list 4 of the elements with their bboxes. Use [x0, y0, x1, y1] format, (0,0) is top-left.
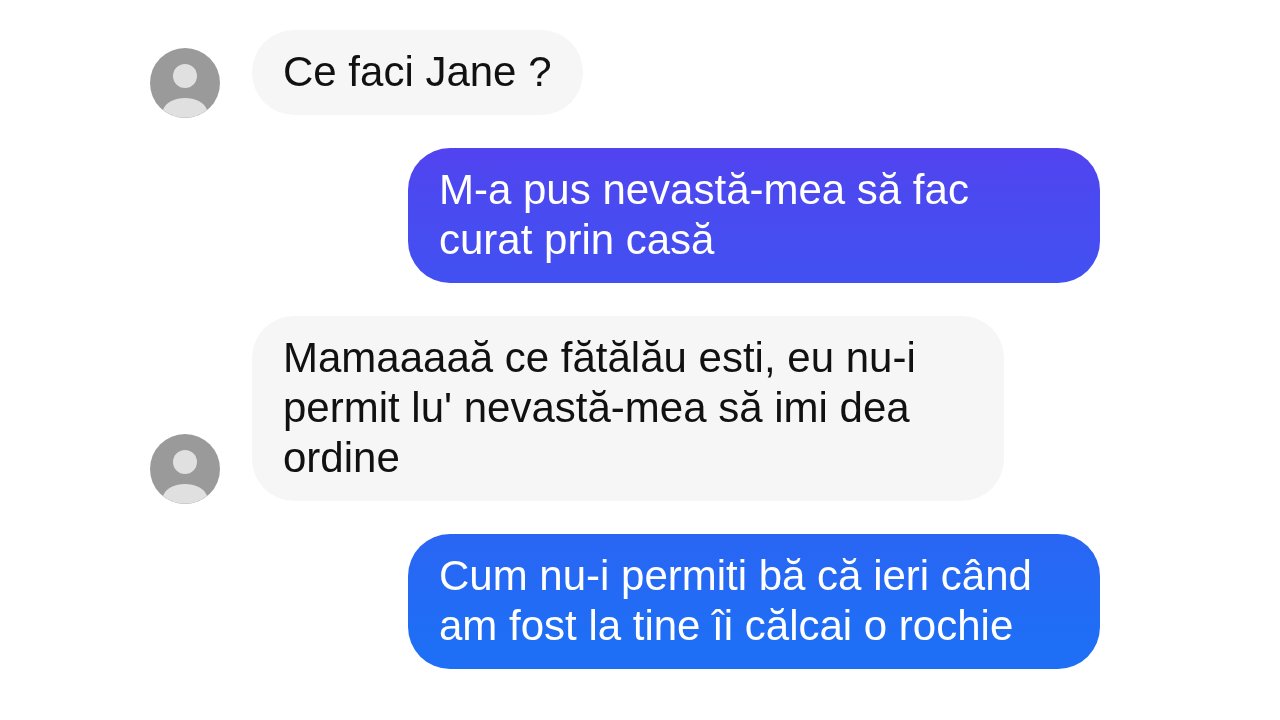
- message-bubble: Cum nu-i permiti bă că ieri când am fost la tine îi călcai o rochie: [408, 534, 1100, 669]
- message-bubble: M-a pus nevastă-mea să fac curat prin casă: [408, 148, 1100, 283]
- message-bubble: Ce faci Jane ?: [252, 30, 583, 115]
- message-bubble: Mamaaaaă ce fătălău esti, eu nu-i permit lu' nevastă-mea să imi dea ordine: [252, 316, 1004, 501]
